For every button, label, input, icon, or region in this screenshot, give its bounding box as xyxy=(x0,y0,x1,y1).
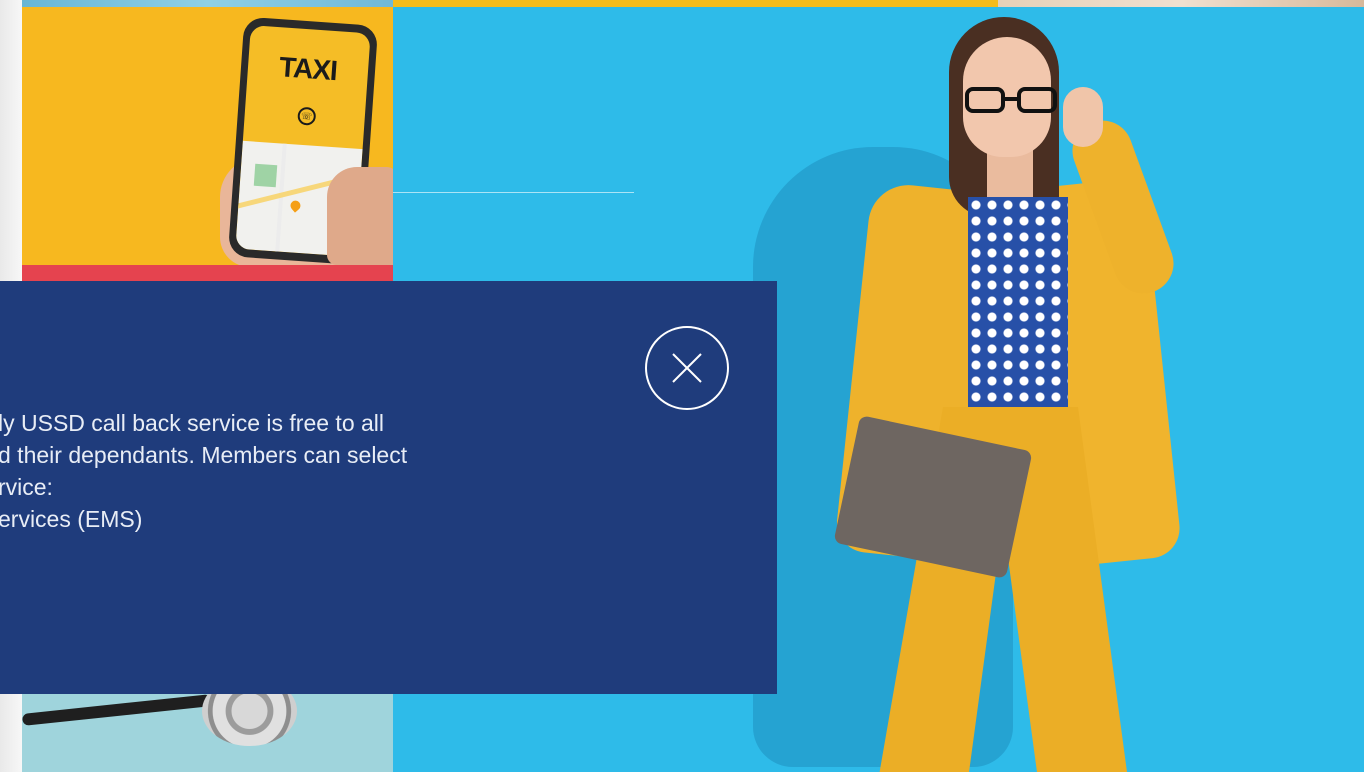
taxi-app-image: TAXI ☏ xyxy=(22,7,393,265)
modal-line: rvice: xyxy=(0,474,53,500)
glasses xyxy=(965,87,1061,115)
taxi-label: TAXI xyxy=(278,51,338,87)
close-button[interactable] xyxy=(645,326,729,410)
info-modal: ly USSD call back service is free to all… xyxy=(0,281,777,694)
stethoscope-image xyxy=(22,694,393,772)
thumb-image xyxy=(327,167,393,265)
modal-body: ly USSD call back service is free to all… xyxy=(0,407,758,535)
polka-dot-blouse xyxy=(968,197,1068,407)
tile-image-top-left xyxy=(22,0,393,7)
divider xyxy=(393,192,634,193)
modal-line: d their dependants. Members can select xyxy=(0,442,408,468)
phone-call-icon: ☏ xyxy=(297,106,317,126)
tile-image-top-middle xyxy=(393,0,998,7)
modal-line: ly USSD call back service is free to all xyxy=(0,410,385,436)
modal-line: ervices (EMS) xyxy=(0,506,143,532)
close-icon xyxy=(672,353,702,383)
page: TAXI ☏ ly USSD call back service is free… xyxy=(0,0,1364,772)
stethoscope-chestpiece xyxy=(202,694,297,746)
tile-image-top-right xyxy=(998,0,1364,7)
map-pin-icon xyxy=(288,198,303,213)
